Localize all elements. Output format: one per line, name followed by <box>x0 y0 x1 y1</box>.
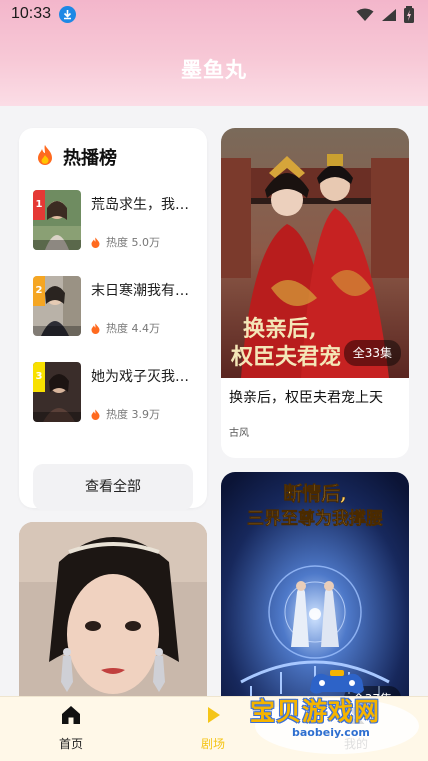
drama-card[interactable]: 换亲后, 权臣夫君宠 全33集 换亲后，权臣夫君宠上天 古风 <box>221 128 409 458</box>
drama-poster <box>19 522 207 722</box>
status-icons <box>356 6 414 27</box>
heat-info: 热度 3.9万 <box>91 406 160 422</box>
fire-icon <box>35 144 55 170</box>
watermark-url: baobeiy.com <box>292 726 370 739</box>
hot-list-title: 热播榜 <box>63 148 117 169</box>
drama-title: 换亲后，权臣夫君宠上天 <box>229 390 383 406</box>
drama-thumbnail: 1 <box>33 190 81 250</box>
hot-list-item-1[interactable]: 1 荒岛求生，我… 热度 5.0万 <box>33 190 198 252</box>
battery-icon <box>404 6 414 27</box>
app-title: 墨鱼丸 <box>181 58 247 82</box>
rank-badge: 2 <box>33 276 45 306</box>
rank-badge: 3 <box>33 362 45 392</box>
nav-label: 首页 <box>58 737 83 751</box>
download-icon <box>59 6 76 23</box>
site-watermark: 宝贝游戏网 baobeiy.com <box>246 664 428 761</box>
header: 10:33 墨鱼丸 <box>0 0 428 106</box>
heat-info: 热度 4.4万 <box>91 320 160 336</box>
heat-info: 热度 5.0万 <box>91 234 160 250</box>
flame-icon <box>91 237 100 248</box>
drama-thumbnail: 3 <box>33 362 81 422</box>
hot-list-item-3[interactable]: 3 她为戏子灭我… 热度 3.9万 <box>33 362 198 424</box>
watermark-text: 宝贝游戏网 <box>250 697 381 726</box>
drama-name: 她为戏子灭我… <box>91 369 189 385</box>
heat-value: 热度 3.9万 <box>106 408 160 421</box>
status-bar: 10:33 <box>0 0 428 30</box>
flame-icon <box>91 323 100 334</box>
heat-value: 热度 5.0万 <box>106 236 160 249</box>
signal-icon <box>381 7 397 26</box>
drama-tag: 古风 <box>229 428 249 439</box>
flame-icon <box>91 409 100 420</box>
hot-list-card: 热播榜 1 荒岛求生，我… 热度 5.0万 2 末日寒潮我有… 热度 4.4万 … <box>19 128 207 510</box>
hot-list-item-2[interactable]: 2 末日寒潮我有… 热度 4.4万 <box>33 276 198 338</box>
drama-thumbnail: 2 <box>33 276 81 336</box>
status-time: 10:33 <box>11 5 52 22</box>
poster-title-line1: 换亲后, <box>243 316 317 342</box>
drama-name: 末日寒潮我有… <box>91 283 189 299</box>
poster-title-line1: 断情后, <box>283 482 347 505</box>
home-icon <box>59 703 83 727</box>
main-content[interactable]: 热播榜 1 荒岛求生，我… 热度 5.0万 2 末日寒潮我有… 热度 4.4万 … <box>0 106 428 722</box>
heat-value: 热度 4.4万 <box>106 322 160 335</box>
wifi-icon <box>356 7 374 26</box>
rank-badge: 1 <box>33 190 45 220</box>
see-all-button[interactable]: 查看全部 <box>33 464 193 510</box>
nav-item-home[interactable]: 首页 <box>21 697 121 761</box>
drama-name: 荒岛求生，我… <box>91 197 189 213</box>
drama-card-portrait[interactable] <box>19 522 207 722</box>
poster-title-line2: 三界至尊为我撑腰 <box>247 508 383 529</box>
episode-badge: 全33集 <box>343 340 401 366</box>
poster-title-line2: 权臣夫君宠 <box>230 344 341 370</box>
play-icon <box>201 703 225 727</box>
app-screen: 10:33 墨鱼丸 热播榜 1 荒岛求生，我… 热度 5.0万 2 末日寒潮我有… <box>0 0 428 761</box>
hot-list-header: 热播榜 <box>35 144 117 170</box>
